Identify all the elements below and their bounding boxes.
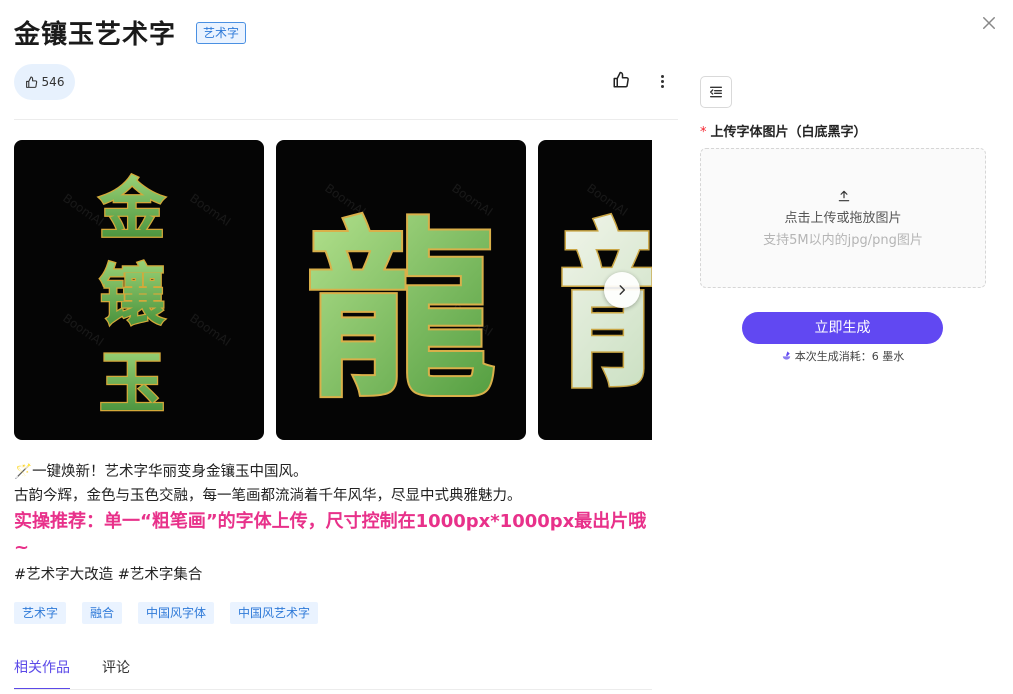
ink-icon [782, 351, 790, 360]
title-row: 金镶玉艺术字 艺术字 [14, 14, 247, 51]
upload-hint: 支持5M以内的jpg/png图片 [763, 233, 923, 248]
like-button[interactable] [612, 71, 632, 91]
thumbs-up-icon [25, 76, 37, 88]
close-button[interactable] [980, 14, 1000, 34]
upload-instruction: 点击上传或拖放图片 [784, 211, 902, 226]
like-count: 546 [41, 75, 65, 89]
magic-wand-icon: 🪄 [14, 464, 33, 480]
divider [14, 119, 678, 120]
description-highlight: 实操推荐：单一“粗笔画”的字体上传，尺寸控制在1000px*1000px最出片哦… [14, 511, 647, 558]
description-hashtags[interactable]: #艺术字大改造 #艺术字集合 [14, 563, 654, 587]
image-gallery: BoomAI BoomAI BoomAI BoomAI 金 镶 玉 BoomAI… [14, 140, 652, 440]
description-line-1: 🪄一键焕新！艺术字华丽变身金镶玉中国风。 [14, 464, 308, 480]
tag-item[interactable]: 中国风字体 [138, 602, 215, 624]
tab-comments[interactable]: 评论 [102, 656, 130, 690]
svg-text:龍: 龍 [558, 202, 652, 413]
cost-info: 本次生成消耗：6 墨水 [742, 348, 943, 364]
description: 🪄一键焕新！艺术字华丽变身金镶玉中国风。 古韵今辉，金色与玉色交融，每一笔画都流… [14, 460, 654, 587]
upload-label: * 上传字体图片（白底黑字） [700, 125, 867, 140]
generate-button[interactable]: 立即生成 [742, 312, 943, 344]
more-vertical-icon[interactable] [652, 71, 672, 91]
description-line-2: 古韵今辉，金色与玉色交融，每一笔画都流淌着千年风华，尽显中式典雅魅力。 [14, 488, 522, 504]
svg-text:龍: 龍 [306, 200, 496, 423]
svg-text:镶: 镶 [99, 256, 165, 334]
thumbs-up-icon [613, 71, 629, 88]
like-count-button[interactable]: 546 [14, 64, 75, 100]
tab-bar: 相关作品 评论 [14, 656, 130, 690]
chevron-right-icon [619, 285, 626, 295]
tag-item[interactable]: 艺术字 [14, 602, 67, 624]
indent-icon [710, 86, 722, 98]
page-title: 金镶玉艺术字 [14, 20, 177, 50]
upload-icon [838, 190, 850, 202]
collapse-panel-button[interactable] [700, 76, 732, 108]
tabs-divider [14, 689, 652, 690]
svg-text:玉: 玉 [99, 344, 165, 422]
category-tag[interactable]: 艺术字 [196, 21, 247, 44]
tag-item[interactable]: 融合 [82, 602, 123, 624]
gallery-image-1[interactable]: BoomAI BoomAI BoomAI BoomAI 金 镶 玉 [14, 140, 264, 440]
detail-main: 金镶玉艺术字 艺术字 546 BoomAI BoomAI BoomAI Boom… [0, 0, 690, 694]
upload-dropzone[interactable]: 点击上传或拖放图片 支持5M以内的jpg/png图片 [700, 148, 986, 288]
gallery-image-2[interactable]: BoomAI BoomAI BoomAI BoomAI 龍 [276, 140, 526, 440]
gallery-char-1: 金 [98, 170, 166, 248]
tab-related-works[interactable]: 相关作品 [14, 656, 70, 690]
gallery-next-button[interactable] [604, 272, 640, 308]
svg-text:BoomAI: BoomAI [187, 311, 233, 349]
required-mark: * [700, 125, 707, 140]
tag-item[interactable]: 中国风艺术字 [230, 602, 319, 624]
close-icon [983, 17, 995, 29]
svg-text:BoomAI: BoomAI [187, 191, 233, 229]
tag-list: 艺术字 融合 中国风字体 中国风艺术字 [14, 602, 319, 624]
